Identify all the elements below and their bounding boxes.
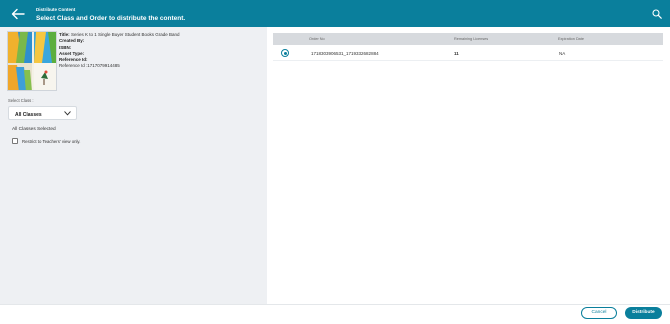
header-title: Select Class and Order to distribute the… bbox=[36, 15, 186, 22]
class-dropdown[interactable]: All Classes bbox=[8, 106, 77, 120]
remaining-licenses-cell: 11 bbox=[454, 51, 459, 56]
column-remaining-licenses: Remaining Licenses bbox=[454, 37, 489, 41]
reference-id-value: Reference Id :1717079914485 bbox=[59, 63, 120, 69]
orders-table-header: Order No Remaining Licenses Expiration D… bbox=[273, 33, 663, 45]
app-header: Distribute Content Select Class and Orde… bbox=[0, 0, 670, 27]
select-class-label: Select Class : bbox=[8, 98, 34, 103]
cancel-button[interactable]: Cancel bbox=[581, 307, 617, 319]
book-title: Series K to 1 Single Buyer Student Books… bbox=[70, 32, 180, 37]
restrict-label: Restrict to Teachers' view only. bbox=[22, 138, 81, 144]
book-metadata: Title: Series K to 1 Single Buyer Studen… bbox=[59, 32, 180, 70]
class-dropdown-value: All Classes bbox=[15, 111, 42, 118]
search-icon[interactable] bbox=[652, 9, 662, 19]
distribute-button[interactable]: Distribute bbox=[625, 307, 662, 319]
restrict-checkbox[interactable] bbox=[12, 138, 18, 144]
order-radio-button[interactable] bbox=[281, 49, 289, 57]
classes-selected-status: All Classes Selected bbox=[12, 127, 56, 132]
content-details-panel: Title: Series K to 1 Single Buyer Studen… bbox=[0, 27, 267, 304]
expiration-date-cell: NA bbox=[559, 51, 566, 56]
column-order-no: Order No bbox=[309, 37, 325, 41]
order-number-cell: 1718303906531_1719332682884 bbox=[311, 51, 379, 56]
restrict-teachers-option[interactable]: Restrict to Teachers' view only. bbox=[12, 138, 80, 144]
column-expiration-date: Expiration Date bbox=[558, 37, 584, 41]
footer-bar bbox=[0, 304, 670, 324]
book-cover-image bbox=[7, 31, 57, 91]
header-subtitle: Distribute Content bbox=[36, 7, 76, 12]
chevron-down-icon bbox=[64, 111, 71, 116]
back-arrow-icon[interactable] bbox=[11, 8, 25, 20]
